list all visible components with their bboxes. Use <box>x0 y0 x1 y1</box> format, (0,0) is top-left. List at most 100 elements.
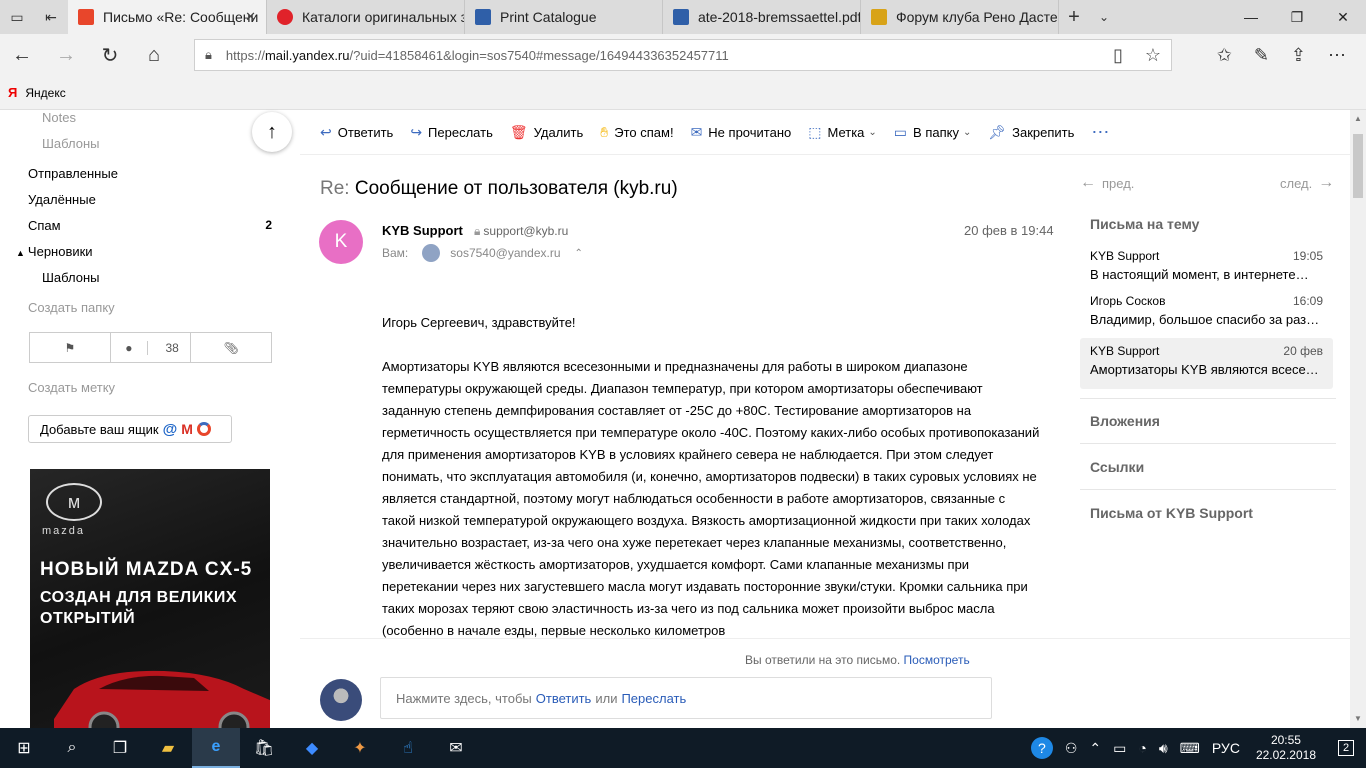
add-mailbox-button[interactable]: Добавьте ваш ящик @ M <box>28 415 232 443</box>
network-icon[interactable]: ◔ <box>1138 740 1146 756</box>
create-folder-link[interactable]: Создать папку <box>28 300 115 315</box>
help-icon[interactable]: ? <box>1030 737 1053 759</box>
from-sender-section[interactable]: Письма от KYB Support <box>1090 505 1253 521</box>
pin-button[interactable]: 📌︎ Закрепить <box>988 124 1074 141</box>
chevron-down-icon: ⌄ <box>962 126 972 138</box>
restore-icon[interactable]: ❐ <box>1274 0 1320 34</box>
app-icon[interactable]: ✦ <box>336 728 384 768</box>
reading-view-icon[interactable]: ▯ <box>1113 45 1123 66</box>
next-message-link[interactable]: след. → <box>1280 174 1334 192</box>
scroll-up-icon[interactable]: ▲ <box>1354 114 1362 123</box>
reply-button[interactable]: ↩ Ответить <box>320 124 393 141</box>
people-icon[interactable]: ⚇ <box>1065 740 1078 757</box>
mail-app-icon[interactable]: ✉ <box>432 728 480 768</box>
thread-item-selected[interactable]: KYB Support 20 фев Амортизаторы KYB являю… <box>1080 338 1333 389</box>
back-arrow-icon[interactable]: ← <box>0 34 44 76</box>
more-menu-icon[interactable]: ⋯ <box>1328 45 1346 66</box>
folder-templates-top[interactable]: Шаблоны <box>42 136 100 151</box>
sender-email[interactable]: 🔒︎ support@kyb.ru <box>474 224 568 239</box>
chevron-up-icon[interactable]: ⌃ <box>575 248 583 259</box>
delete-button[interactable]: 🗑︎ Удалить <box>510 124 583 141</box>
home-icon[interactable]: ⌂ <box>132 34 176 76</box>
folder-sent[interactable]: Отправленные <box>28 166 300 181</box>
user-avatar <box>320 679 362 721</box>
scrollbar-thumb[interactable] <box>1353 134 1363 198</box>
view-reply-link[interactable]: Посмотреть <box>904 653 970 667</box>
mazda-ad-banner[interactable]: ᴍ mazda НОВЫЙ MAZDA CX-5 СОЗДАН ДЛЯ ВЕЛИ… <box>30 469 270 728</box>
browser-tab-catalog[interactable]: Каталоги оригинальных за <box>267 0 465 34</box>
scroll-up-arrow-icon[interactable]: ↑ <box>252 112 292 152</box>
dropbox-icon[interactable]: ◆ <box>288 728 336 768</box>
battery-icon[interactable]: ▭ <box>1113 740 1126 757</box>
move-to-folder-button[interactable]: ▭ В папку ⌄ <box>894 124 972 141</box>
sender-avatar[interactable]: K <box>319 220 363 264</box>
sender-name[interactable]: KYB Support <box>382 223 463 238</box>
forward-arrow-icon[interactable]: → <box>44 34 88 76</box>
quick-forward-link[interactable]: Переслать <box>621 691 686 706</box>
quick-reply-input[interactable]: Нажмите здесь, чтобы Ответить или Пересл… <box>380 677 992 719</box>
url-scheme: https:// <box>225 47 265 63</box>
tab-list-chevron-icon[interactable]: ⌄ <box>1089 0 1119 34</box>
more-actions-button[interactable]: ⋯ <box>1091 122 1115 143</box>
folder-templates[interactable]: Шаблоны <box>42 270 100 285</box>
thread-item[interactable]: Игорь Сосков 16:09 Владимир, большое спас… <box>1080 288 1333 339</box>
reply-or: или <box>595 690 618 706</box>
clock[interactable]: 20:55 22.02.2018 <box>1256 733 1316 763</box>
filter-attachments-button[interactable]: 📎︎ <box>191 333 271 362</box>
browser-tab-forum[interactable]: Форум клуба Рено Дастер <box>861 0 1059 34</box>
search-icon[interactable]: ⌕ <box>48 728 96 768</box>
touch-app-icon[interactable]: ☝︎ <box>384 728 432 768</box>
tab-preview-icon[interactable]: ▭ <box>0 0 34 34</box>
tray-chevron-up-icon[interactable]: ⌃ <box>1089 740 1101 757</box>
store-icon[interactable]: 🛍︎ <box>240 728 288 768</box>
browser-tab-mail[interactable]: Письмо «Re: Сообщени ✕ <box>68 0 267 34</box>
address-bar[interactable]: 🔒︎ https://mail.yandex.ru/?uid=41858461&… <box>194 39 1172 71</box>
minimize-icon[interactable]: — <box>1228 0 1274 34</box>
links-section[interactable]: Ссылки <box>1090 459 1144 475</box>
system-tray: ? ⚇ ⌃ ▭ ◔ 🔊︎ ⌨ РУС 20:55 22.02.2018 2 <box>1025 728 1366 768</box>
close-window-icon[interactable]: ✕ <box>1320 0 1366 34</box>
spam-button[interactable]: ✋︎ Это спам! <box>600 124 673 141</box>
forward-button[interactable]: ↪ Переслать <box>410 124 493 141</box>
mark-unread-button[interactable]: ✉ Не прочитано <box>691 124 792 141</box>
favorite-star-icon[interactable]: ☆ <box>1145 45 1161 66</box>
task-view-icon[interactable]: ❐ <box>96 728 144 768</box>
quick-reply-link[interactable]: Ответить <box>536 691 592 706</box>
delete-label: Удалить <box>533 124 584 140</box>
label-button[interactable]: ⬚ Метка ⌄ <box>808 124 877 141</box>
create-label-link[interactable]: Создать метку <box>28 380 115 395</box>
folder-spam[interactable]: Спам 2 <box>28 218 300 233</box>
close-tab-icon[interactable]: ✕ <box>245 9 256 25</box>
thread-item[interactable]: KYB Support 19:05 В настоящий момент, в и… <box>1080 243 1333 294</box>
yandex-icon: Я <box>8 85 18 100</box>
prev-message-link[interactable]: ← пред. <box>1080 174 1134 192</box>
new-tab-icon[interactable]: + <box>1059 0 1089 34</box>
folder-deleted[interactable]: Удалённые <box>28 192 300 207</box>
edge-browser-icon[interactable]: e <box>192 728 240 768</box>
recipient-email[interactable]: sos7540@yandex.ru <box>450 246 560 260</box>
scroll-down-icon[interactable]: ▼ <box>1354 714 1362 723</box>
refresh-icon[interactable]: ↻ <box>88 34 132 76</box>
web-note-icon[interactable]: ✎ <box>1254 45 1269 66</box>
browser-tab-pdf[interactable]: ate-2018-bremssaettel.pdf <box>663 0 861 34</box>
collapse-triangle-icon[interactable]: ▲ <box>16 248 25 258</box>
action-center-icon[interactable]: 2 <box>1326 728 1366 768</box>
volume-icon[interactable]: 🔊︎ <box>1159 740 1168 757</box>
attachments-section[interactable]: Вложения <box>1090 413 1160 429</box>
page-scrollbar[interactable]: ▲ ▼ <box>1350 110 1366 728</box>
share-icon[interactable]: ⇪ <box>1291 45 1306 66</box>
browser-tab-print-catalogue[interactable]: Print Catalogue <box>465 0 663 34</box>
folder-notes[interactable]: Notes <box>42 110 76 125</box>
thread-heading: Письма на тему <box>1090 216 1200 232</box>
keyboard-icon[interactable]: ⌨ <box>1180 740 1200 757</box>
filter-flagged-button[interactable]: ⚑ <box>30 333 111 362</box>
filter-unread-button[interactable]: ● 38 <box>111 333 192 362</box>
windows-start-icon[interactable]: ⊞ <box>0 728 48 768</box>
favorites-hub-icon[interactable]: ✩ <box>1217 45 1232 66</box>
favorite-yandex-link[interactable]: Яндекс <box>25 86 65 100</box>
file-explorer-icon[interactable]: ▰ <box>144 728 192 768</box>
chevron-down-icon: ⌄ <box>868 126 877 138</box>
tab-aside-icon[interactable]: ⇤ <box>34 0 68 34</box>
folder-drafts[interactable]: ▲ Черновики <box>16 244 93 259</box>
language-indicator[interactable]: РУС <box>1212 740 1240 756</box>
